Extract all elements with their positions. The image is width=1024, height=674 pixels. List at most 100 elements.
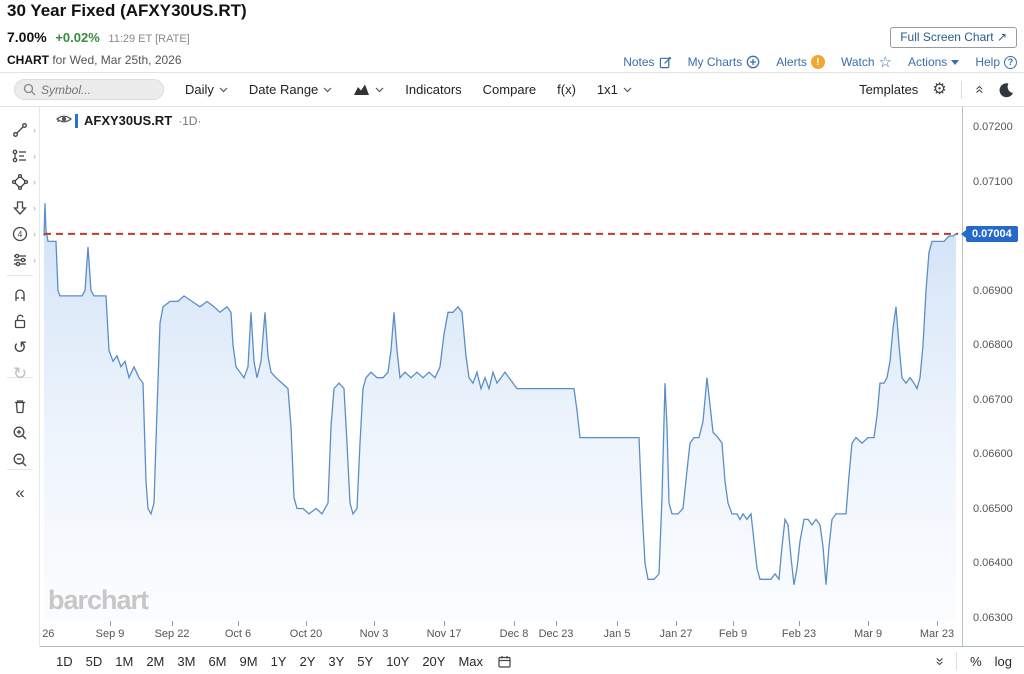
log-scale-button[interactable]: log bbox=[995, 654, 1012, 669]
x-axis-tick-label: Nov 3 bbox=[360, 628, 389, 640]
measure-tool[interactable]: › bbox=[0, 249, 40, 271]
range-button-9m[interactable]: 9M bbox=[240, 654, 258, 669]
eye-icon[interactable] bbox=[56, 113, 72, 125]
expand-tool-icon[interactable]: › bbox=[33, 229, 36, 239]
trendline-tool[interactable]: › bbox=[0, 119, 40, 141]
redo-button[interactable]: ↻ bbox=[0, 362, 40, 384]
y-axis-tick-label: 0.06600 bbox=[973, 448, 1013, 460]
zoom-out-button-icon bbox=[11, 451, 29, 469]
x-axis-tick-mark bbox=[172, 621, 173, 626]
magnet-tool-icon bbox=[11, 286, 29, 304]
range-button-5d[interactable]: 5D bbox=[86, 654, 103, 669]
price-area-chart[interactable] bbox=[40, 107, 962, 621]
templates-button[interactable]: Templates bbox=[859, 82, 918, 97]
chevron-down-icon bbox=[623, 87, 632, 93]
range-button-5y[interactable]: 5Y bbox=[357, 654, 373, 669]
axis-separator-line bbox=[40, 646, 1024, 647]
x-axis-tick-mark bbox=[676, 621, 677, 626]
x-axis-tick-mark bbox=[937, 621, 938, 626]
collapse-rail-button-icon: « bbox=[15, 484, 24, 501]
help-icon: ? bbox=[1004, 56, 1017, 69]
range-button-2m[interactable]: 2M bbox=[146, 654, 164, 669]
watch-link[interactable]: Watch☆ bbox=[841, 53, 892, 71]
collapse-toolbar-icon[interactable]: « bbox=[971, 85, 988, 93]
collapse-bottom-toolbar-icon[interactable]: « bbox=[930, 657, 947, 665]
drawing-tool-rail: ››››4››↺↻« bbox=[0, 107, 40, 647]
x-axis-tick-label: Nov 17 bbox=[427, 628, 462, 640]
indicators-button[interactable]: Indicators bbox=[405, 82, 461, 97]
arrow-marker-tool[interactable]: › bbox=[0, 197, 40, 219]
fx-button[interactable]: f(x) bbox=[557, 82, 576, 97]
help-link[interactable]: Help? bbox=[975, 55, 1017, 69]
expand-tool-icon[interactable]: › bbox=[33, 177, 36, 187]
barchart-watermark: barchart bbox=[48, 585, 148, 616]
area-fill bbox=[44, 203, 956, 621]
range-button-max[interactable]: Max bbox=[458, 654, 483, 669]
range-button-2y[interactable]: 2Y bbox=[299, 654, 315, 669]
percent-scale-button[interactable]: % bbox=[970, 654, 982, 669]
legend-symbol: AFXY30US.RT bbox=[84, 113, 172, 128]
x-axis-tick-mark bbox=[306, 621, 307, 626]
layout-dropdown[interactable]: 1x1 bbox=[597, 82, 632, 97]
x-axis-tick-label: Dec 23 bbox=[539, 628, 574, 640]
dark-mode-moon-icon[interactable] bbox=[998, 82, 1014, 98]
last-price-tag: 0.07004 bbox=[966, 226, 1018, 242]
x-axis-tick-label: Oct 6 bbox=[225, 628, 251, 640]
x-axis-tick-mark bbox=[868, 621, 869, 626]
x-axis-tick-label: Mar 9 bbox=[854, 628, 882, 640]
range-buttons: 1D 5D 1M 2M 3M 6M 9M 1Y 2Y 3Y 5Y 10Y 20Y Max bbox=[0, 654, 483, 669]
chart-type-dropdown[interactable] bbox=[353, 83, 384, 96]
range-button-20y[interactable]: 20Y bbox=[422, 654, 445, 669]
range-button-3y[interactable]: 3Y bbox=[328, 654, 344, 669]
plot-area[interactable]: ⋯ AFXY30US.RT ·1D· barchart Aug 26Sep 9S… bbox=[40, 107, 962, 621]
calendar-icon[interactable] bbox=[497, 654, 512, 669]
expand-tool-icon[interactable]: › bbox=[33, 125, 36, 135]
lock-tool[interactable] bbox=[0, 310, 40, 332]
date-range-dropdown[interactable]: Date Range bbox=[249, 82, 332, 97]
undo-button[interactable]: ↺ bbox=[0, 336, 40, 358]
zoom-in-button[interactable] bbox=[0, 422, 40, 444]
y-axis-tick-label: 0.06700 bbox=[973, 394, 1013, 406]
external-arrow-icon: ↗ bbox=[997, 30, 1007, 44]
range-button-3m[interactable]: 3M bbox=[177, 654, 195, 669]
delete-drawings-button-icon bbox=[11, 397, 29, 415]
alerts-link[interactable]: Alerts! bbox=[776, 55, 825, 69]
expand-tool-icon[interactable]: › bbox=[33, 151, 36, 161]
x-axis-tick-label: Feb 23 bbox=[782, 628, 816, 640]
actions-link[interactable]: Actions bbox=[908, 55, 959, 69]
gear-icon[interactable]: ⚙ bbox=[932, 82, 946, 98]
y-axis[interactable]: 0.072000.071000.069000.068000.067000.066… bbox=[962, 107, 1024, 647]
fib-pattern-tool[interactable]: › bbox=[0, 145, 40, 167]
zoom-out-button[interactable] bbox=[0, 449, 40, 471]
range-button-1m[interactable]: 1M bbox=[115, 654, 133, 669]
collapse-rail-button[interactable]: « bbox=[0, 481, 40, 503]
legend-interval: ·1D· bbox=[178, 114, 201, 128]
range-button-10y[interactable]: 10Y bbox=[386, 654, 409, 669]
symbol-search[interactable] bbox=[14, 79, 164, 100]
full-screen-chart-button[interactable]: Full Screen Chart ↗ bbox=[890, 27, 1017, 48]
y-axis-tick-label: 0.06500 bbox=[973, 503, 1013, 515]
scale-controls: « % log bbox=[935, 652, 1012, 670]
expand-tool-icon[interactable]: › bbox=[33, 203, 36, 213]
alert-badge-icon: ! bbox=[811, 55, 825, 69]
y-axis-tick-label: 0.06800 bbox=[973, 339, 1013, 351]
shapes-tool[interactable]: › bbox=[0, 171, 40, 193]
arrow-marker-tool-icon bbox=[11, 199, 29, 217]
symbol-input[interactable] bbox=[41, 83, 151, 97]
quote-row: 7.00% +0.02% 11:29 ET [RATE] bbox=[7, 29, 190, 45]
x-axis-tick-label: Oct 20 bbox=[290, 628, 322, 640]
range-button-1d[interactable]: 1D bbox=[56, 654, 73, 669]
delete-drawings-button[interactable] bbox=[0, 395, 40, 417]
x-axis-tick-mark bbox=[514, 621, 515, 626]
period-dropdown[interactable]: Daily bbox=[185, 82, 228, 97]
notes-link[interactable]: Notes bbox=[623, 55, 671, 69]
x-axis-tick-label: Sep 9 bbox=[96, 628, 125, 640]
series-color-bar bbox=[75, 114, 78, 128]
my-charts-link[interactable]: My Charts bbox=[688, 55, 761, 69]
compare-button[interactable]: Compare bbox=[483, 82, 536, 97]
range-button-1y[interactable]: 1Y bbox=[271, 654, 287, 669]
expand-tool-icon[interactable]: › bbox=[33, 255, 36, 265]
magnet-tool[interactable] bbox=[0, 284, 40, 306]
range-button-6m[interactable]: 6M bbox=[208, 654, 226, 669]
annotation-number-tool[interactable]: 4› bbox=[0, 223, 40, 245]
